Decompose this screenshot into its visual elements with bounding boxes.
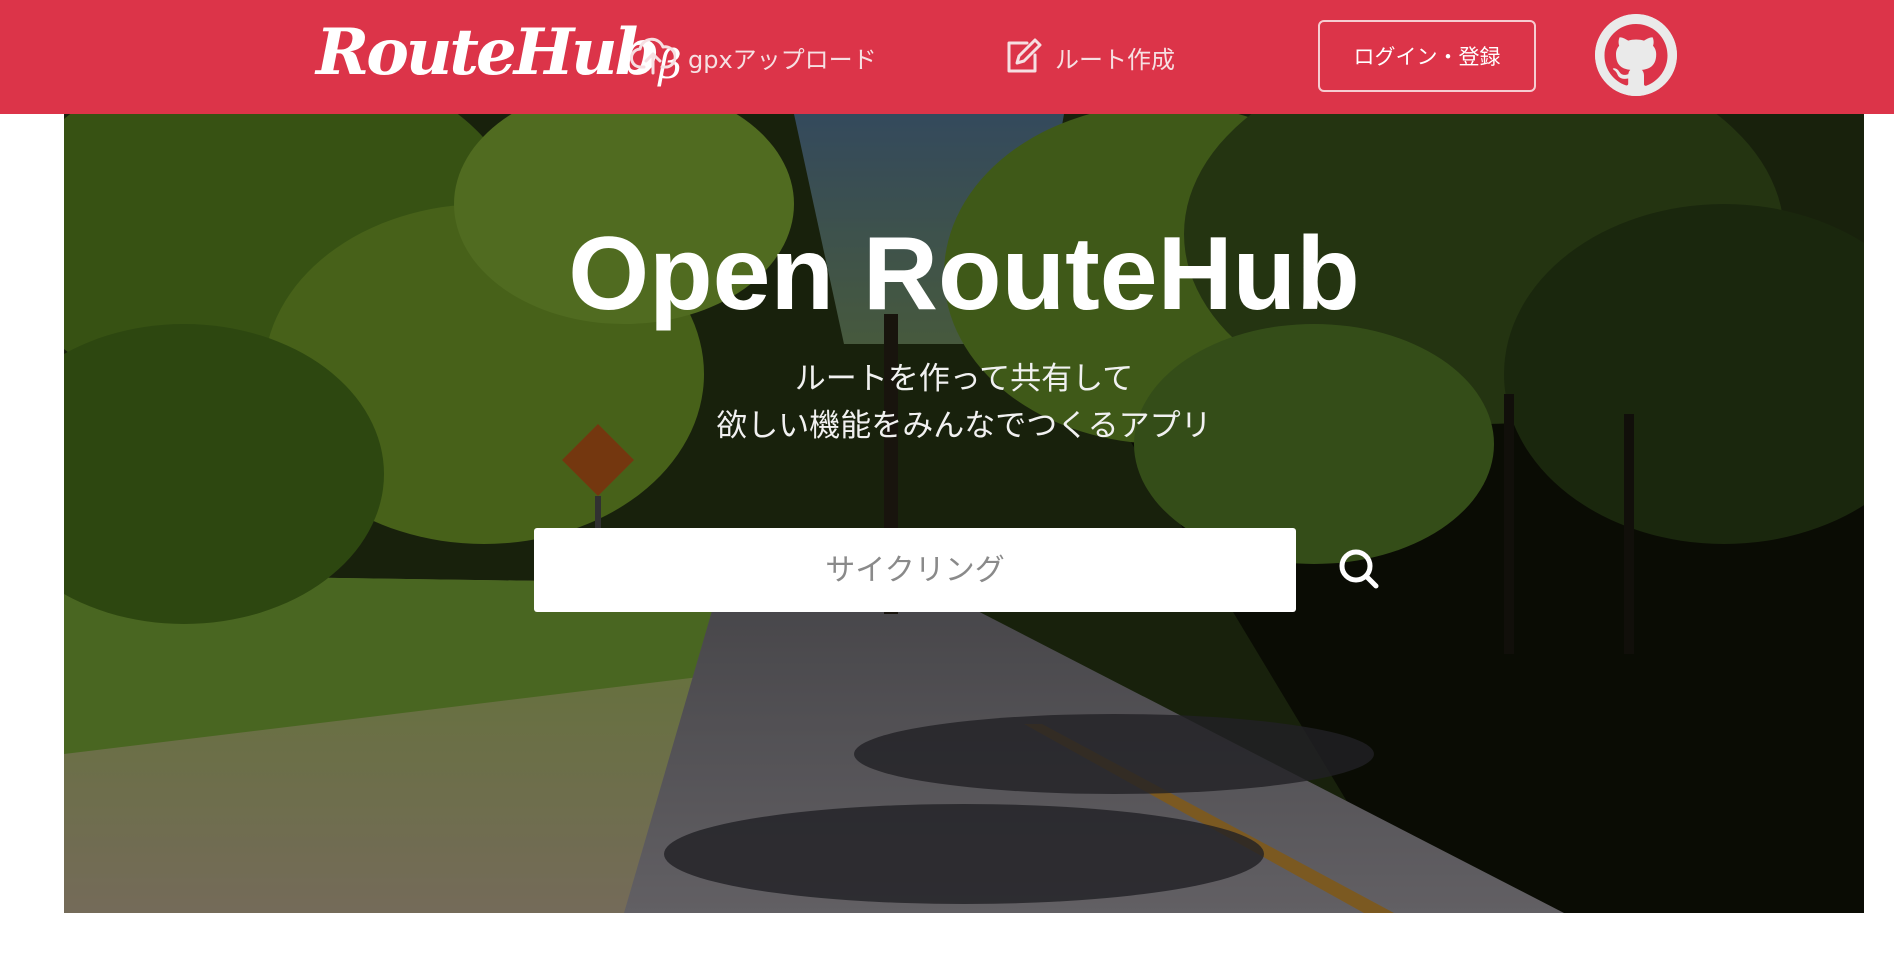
- hero-title: Open RouteHub: [568, 216, 1360, 332]
- routehub-logo[interactable]: RouteHubβ: [316, 8, 682, 110]
- route-search-input[interactable]: [534, 528, 1296, 612]
- site-header: RouteHubβ gpxアップロード ルート作成 ログイン・登録: [0, 0, 1894, 114]
- hero-subtitle-line2: 欲しい機能をみんなでつくるアプリ: [716, 408, 1212, 444]
- nav-route-create-label: ルート作成: [1055, 45, 1175, 74]
- github-icon: [1595, 14, 1677, 96]
- logo-text: RouteHub: [316, 15, 659, 90]
- login-register-button[interactable]: ログイン・登録: [1318, 20, 1536, 92]
- nav-gpx-upload-label: gpxアップロード: [688, 45, 877, 74]
- cloud-upload-icon: [630, 37, 676, 77]
- github-link[interactable]: [1595, 14, 1677, 96]
- hero-subtitle-line1: ルートを作って共有して: [794, 361, 1134, 397]
- nav-route-create[interactable]: ルート作成: [1003, 34, 1175, 80]
- nav-gpx-upload[interactable]: gpxアップロード: [630, 34, 877, 80]
- hero-section: Open RouteHub ルートを作って共有して 欲しい機能をみんなでつくるア…: [64, 114, 1864, 913]
- search-icon: [1328, 538, 1392, 602]
- edit-icon: [1003, 37, 1043, 77]
- search-button[interactable]: [1328, 538, 1392, 602]
